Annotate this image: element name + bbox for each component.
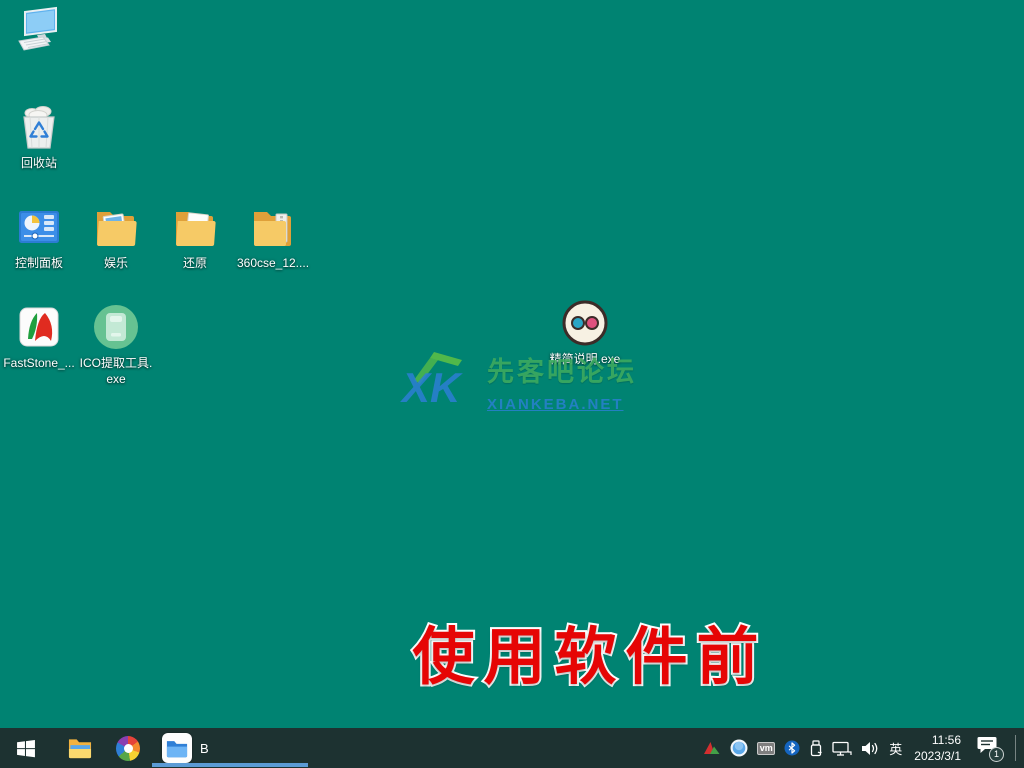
taskbar-progress-bar: [152, 763, 308, 767]
icon-label: 控制面板: [15, 256, 63, 272]
caption-text: 使用软件前: [412, 606, 767, 696]
clock-date: 2023/3/1: [914, 748, 961, 764]
blue-folder-icon: [166, 739, 188, 758]
system-tray: vm: [704, 728, 1017, 768]
notification-badge: 1: [989, 747, 1004, 762]
windows-desktop: 回收站 控制面板 娱乐: [0, 0, 1024, 768]
desktop-icon-folder-huanyuan[interactable]: 还原: [156, 203, 234, 272]
desktop-icon-recycle-bin[interactable]: 回收站: [0, 103, 78, 172]
desktop-icon-control-panel[interactable]: 控制面板: [0, 203, 78, 272]
faststone-icon: [15, 303, 63, 351]
running-app-button[interactable]: [162, 733, 192, 763]
watermark-site: XIANKEBA.NET: [487, 396, 637, 413]
tray-graphics-app-icon[interactable]: [704, 741, 721, 755]
running-app-label[interactable]: B: [200, 741, 209, 756]
watermark: XK 先客吧论坛 XIANKEBA.NET: [400, 350, 637, 414]
icon-label: 娱乐: [104, 256, 128, 272]
desktop-icon-folder-yule[interactable]: 娱乐: [77, 203, 155, 272]
recycle-bin-icon: [15, 103, 63, 151]
control-panel-icon: [15, 203, 63, 251]
windows-logo-icon: [16, 739, 36, 758]
jingjian-readme-icon: [561, 299, 609, 347]
taskbar: B vm: [0, 728, 1024, 768]
show-desktop-button[interactable]: [1015, 735, 1017, 761]
file-explorer-icon: [68, 737, 92, 759]
pinwheel-browser-icon: [116, 736, 140, 761]
desktop-icon-ico-tool[interactable]: ICO提取工具.exe: [77, 303, 155, 387]
tray-blue-app-icon[interactable]: [730, 739, 748, 757]
watermark-title: 先客吧论坛: [487, 350, 637, 389]
desktop-icon-folder-360cse[interactable]: 360cse_12....: [234, 203, 312, 272]
bluetooth-icon[interactable]: [784, 740, 800, 756]
browser-pinwheel-button[interactable]: [116, 736, 140, 760]
folder-icon: [249, 203, 297, 251]
clock-time: 11:56: [914, 732, 961, 748]
this-pc-icon: [15, 5, 63, 53]
notification-center-button[interactable]: 1: [976, 735, 1002, 761]
input-method-indicator[interactable]: 英: [889, 739, 902, 758]
icon-label: 回收站: [21, 156, 57, 172]
vmware-tray-icon[interactable]: vm: [757, 742, 775, 755]
desktop-icon-this-pc[interactable]: [0, 5, 78, 53]
xiankeba-logo-icon: XK: [400, 350, 480, 414]
taskbar-left: B: [0, 728, 209, 768]
ico-tool-icon: [92, 303, 140, 351]
icon-label: 360cse_12....: [237, 256, 309, 272]
network-icon[interactable]: [832, 741, 852, 756]
icon-label: FastStone_...: [3, 356, 74, 372]
svg-text:XK: XK: [400, 364, 463, 411]
desktop-icon-faststone[interactable]: FastStone_...: [0, 303, 78, 372]
usb-device-icon[interactable]: [809, 740, 823, 757]
file-explorer-button[interactable]: [68, 736, 92, 760]
volume-icon[interactable]: [861, 741, 880, 756]
icon-label: 还原: [183, 256, 207, 272]
folder-icon: [171, 203, 219, 251]
start-button[interactable]: [14, 736, 38, 760]
folder-icon: [92, 203, 140, 251]
clock[interactable]: 11:56 2023/3/1: [914, 732, 961, 764]
icon-label: ICO提取工具.exe: [77, 356, 155, 387]
